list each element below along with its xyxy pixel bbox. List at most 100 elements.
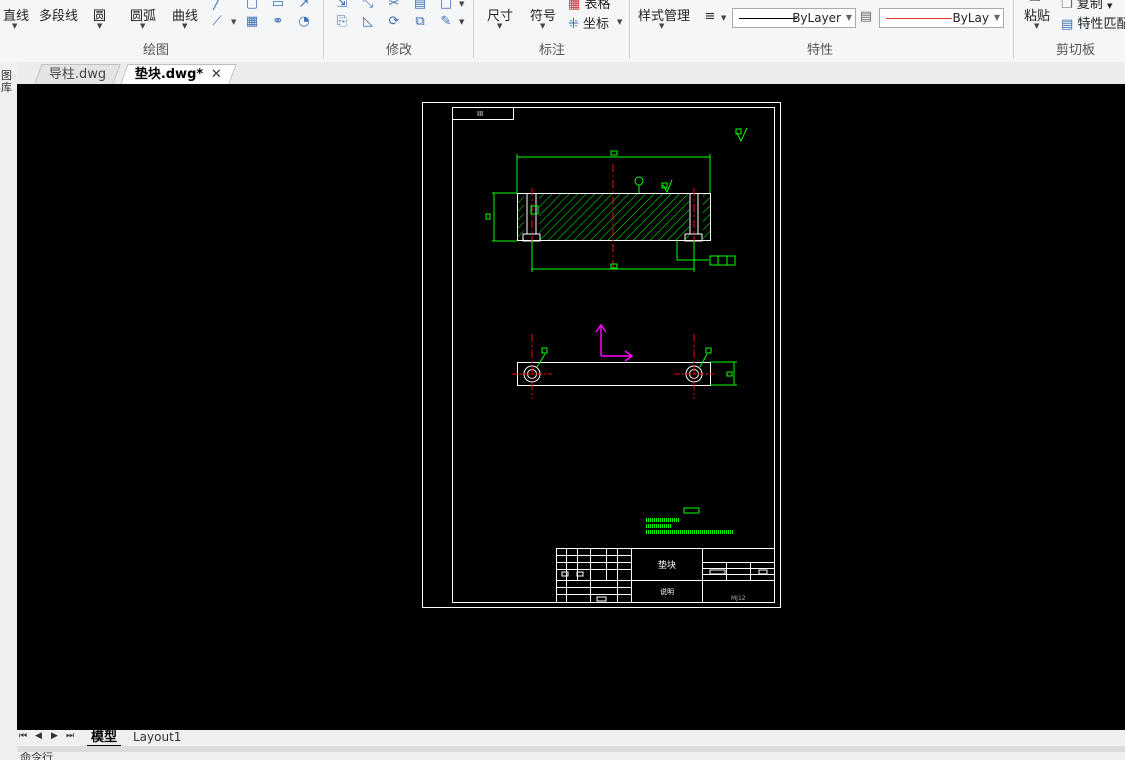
match-properties-icon: ▤ <box>1061 17 1074 32</box>
tab-guide-pillar[interactable]: 导柱.dwg <box>34 64 121 84</box>
color-value: ByLay <box>952 11 989 25</box>
dimension-dropdown-icon[interactable]: ▼ <box>497 22 502 30</box>
coordinate-label: 坐标 <box>583 17 610 32</box>
prev-layout-icon[interactable]: ◀ <box>35 731 42 741</box>
separator <box>473 0 474 58</box>
tolerance-frame <box>709 255 736 266</box>
color-preview <box>886 18 952 19</box>
polyline-tool-button[interactable]: 多段线 <box>39 5 78 24</box>
color-select[interactable]: ByLay ▼ <box>879 8 1004 28</box>
coordinate-dropdown-icon[interactable]: ▼ <box>617 18 622 26</box>
fillet-icon[interactable]: □ <box>438 0 454 12</box>
ray-dropdown-icon[interactable]: ▼ <box>231 18 236 26</box>
document-tab-bar: 导柱.dwg 垫块.dwg* ✕ <box>0 62 1125 84</box>
command-line[interactable]: 命令行 <box>0 752 1125 760</box>
style-manager-dropdown-icon[interactable]: ▼ <box>659 22 664 30</box>
linetype-caret-icon[interactable]: ▼ <box>721 14 726 22</box>
match-properties-label: 特性匹配 <box>1077 17 1125 32</box>
copy-dropdown-icon: ▼ <box>1106 2 1113 10</box>
mirror-icon[interactable]: ◺ <box>360 14 376 30</box>
coordinate-button[interactable]: ⁜ 坐标 <box>568 13 609 32</box>
clipboard-group-title: 剪切板 <box>1056 43 1096 58</box>
annotation-group-title: 标注 <box>539 43 566 58</box>
edit-icon[interactable]: ✎ <box>438 14 454 30</box>
top-view-outline <box>517 362 711 386</box>
library-label: 图库 <box>1 69 12 94</box>
arc-dropdown-icon[interactable]: ▼ <box>140 22 145 30</box>
drawing-number-mark: III <box>477 110 483 118</box>
properties-group-title: 特性 <box>807 43 834 58</box>
draw-group-title: 绘图 <box>143 43 170 58</box>
datum-symbol <box>634 176 644 186</box>
first-layout-icon[interactable]: ⏮ <box>19 731 27 741</box>
symbol-dropdown-icon[interactable]: ▼ <box>540 22 545 30</box>
paste-dropdown-icon[interactable]: ▼ <box>1034 22 1039 30</box>
coordinate-icon: ⁜ <box>568 17 579 32</box>
ribbon: 直线 ▼ 多段线 圆 ▼ 圆弧 ▼ 曲线 ▼ ╱ ⟋ ▼ ▢ ▦ ▭ ⚭ ↗ ◔… <box>0 0 1125 63</box>
title-block-code: MJ12 <box>731 595 746 602</box>
region-icon[interactable]: ▭ <box>270 0 286 12</box>
drawing-canvas[interactable]: III 垫块 说明 MJ12 <box>17 84 1125 730</box>
tab-label: 导柱.dwg <box>48 67 107 82</box>
rectangle-icon[interactable]: ▢ <box>244 0 260 12</box>
wipeout-icon[interactable]: ◔ <box>296 14 312 30</box>
title-block-subtitle: 说明 <box>660 587 674 596</box>
polyline-tool-label: 多段线 <box>39 9 79 24</box>
tolerance-leader <box>676 241 709 261</box>
copy-button[interactable]: ❐ 复制 ▼ <box>1061 0 1112 12</box>
copy-label: 复制 <box>1076 0 1103 12</box>
modify-dropdown-icon[interactable]: ▼ <box>459 0 464 8</box>
table-label: 表格 <box>584 0 611 12</box>
array-icon[interactable]: ⧉ <box>412 14 428 30</box>
copy-icon: ❐ <box>1061 0 1073 12</box>
table-button[interactable]: ▦ 表格 <box>568 0 610 12</box>
curve-dropdown-icon[interactable]: ▼ <box>182 22 187 30</box>
technical-notes <box>646 507 734 534</box>
ucs-icon <box>595 323 634 362</box>
lineweight-icon: ▤ <box>859 9 873 24</box>
circle-dropdown-icon[interactable]: ▼ <box>97 22 102 30</box>
title-block-part-name: 垫块 <box>658 559 676 571</box>
edit-dropdown-icon[interactable]: ▼ <box>459 18 464 26</box>
separator <box>629 0 630 58</box>
linetype-select[interactable]: ByLayer ▼ <box>732 8 856 28</box>
modify-group-title: 修改 <box>386 43 413 58</box>
command-line-label: 命令行 <box>20 752 53 760</box>
trim-icon[interactable]: ✂ <box>386 0 402 12</box>
drawing-svg: III 垫块 说明 MJ12 <box>422 102 781 608</box>
front-section-view <box>485 150 736 272</box>
layout-tab-bar: ⏮ ◀ ▶ ⏭ 模型 Layout1 <box>0 730 1125 747</box>
offset-icon[interactable]: ▤ <box>412 0 428 12</box>
separator <box>1013 0 1014 58</box>
roughness-symbol <box>735 127 748 143</box>
tab-label: 垫块.dwg* <box>134 67 204 82</box>
copy-object-icon[interactable]: ⎘ <box>334 14 350 30</box>
hatch-icon[interactable]: ▦ <box>244 14 260 30</box>
top-view <box>512 334 737 399</box>
close-icon[interactable]: ✕ <box>211 65 222 84</box>
section-hatch <box>539 194 689 240</box>
tab-layout1[interactable]: Layout1 <box>129 730 185 745</box>
tab-spacer-block[interactable]: 垫块.dwg* ✕ <box>120 64 237 84</box>
linetype-preview <box>739 18 797 19</box>
chevron-down-icon: ▼ <box>993 13 1000 22</box>
point-icon[interactable]: ↗ <box>296 0 312 12</box>
tab-label: Layout1 <box>133 730 182 744</box>
match-properties-button[interactable]: ▤ 特性匹配 <box>1061 13 1125 32</box>
chevron-down-icon: ▼ <box>845 13 852 22</box>
last-layout-icon[interactable]: ⏭ <box>66 731 74 741</box>
separator <box>323 0 324 58</box>
tab-label: 模型 <box>91 730 118 745</box>
tab-model[interactable]: 模型 <box>87 730 122 747</box>
next-layout-icon[interactable]: ▶ <box>51 731 58 741</box>
boundary-icon[interactable]: ⚭ <box>270 14 286 30</box>
construction-line-icon[interactable]: ╱ <box>209 0 225 12</box>
linetype-icon: ≡ <box>704 9 716 24</box>
ray-icon[interactable]: ⟋ <box>209 14 225 30</box>
table-icon: ▦ <box>568 0 581 12</box>
line-dropdown-icon[interactable]: ▼ <box>12 22 17 30</box>
rotate-icon[interactable]: ⟳ <box>386 14 402 30</box>
side-panel-strip[interactable]: 图库 <box>0 62 17 732</box>
move-icon[interactable]: ⇲ <box>334 0 350 12</box>
stretch-icon[interactable]: ⤡ <box>360 0 376 12</box>
